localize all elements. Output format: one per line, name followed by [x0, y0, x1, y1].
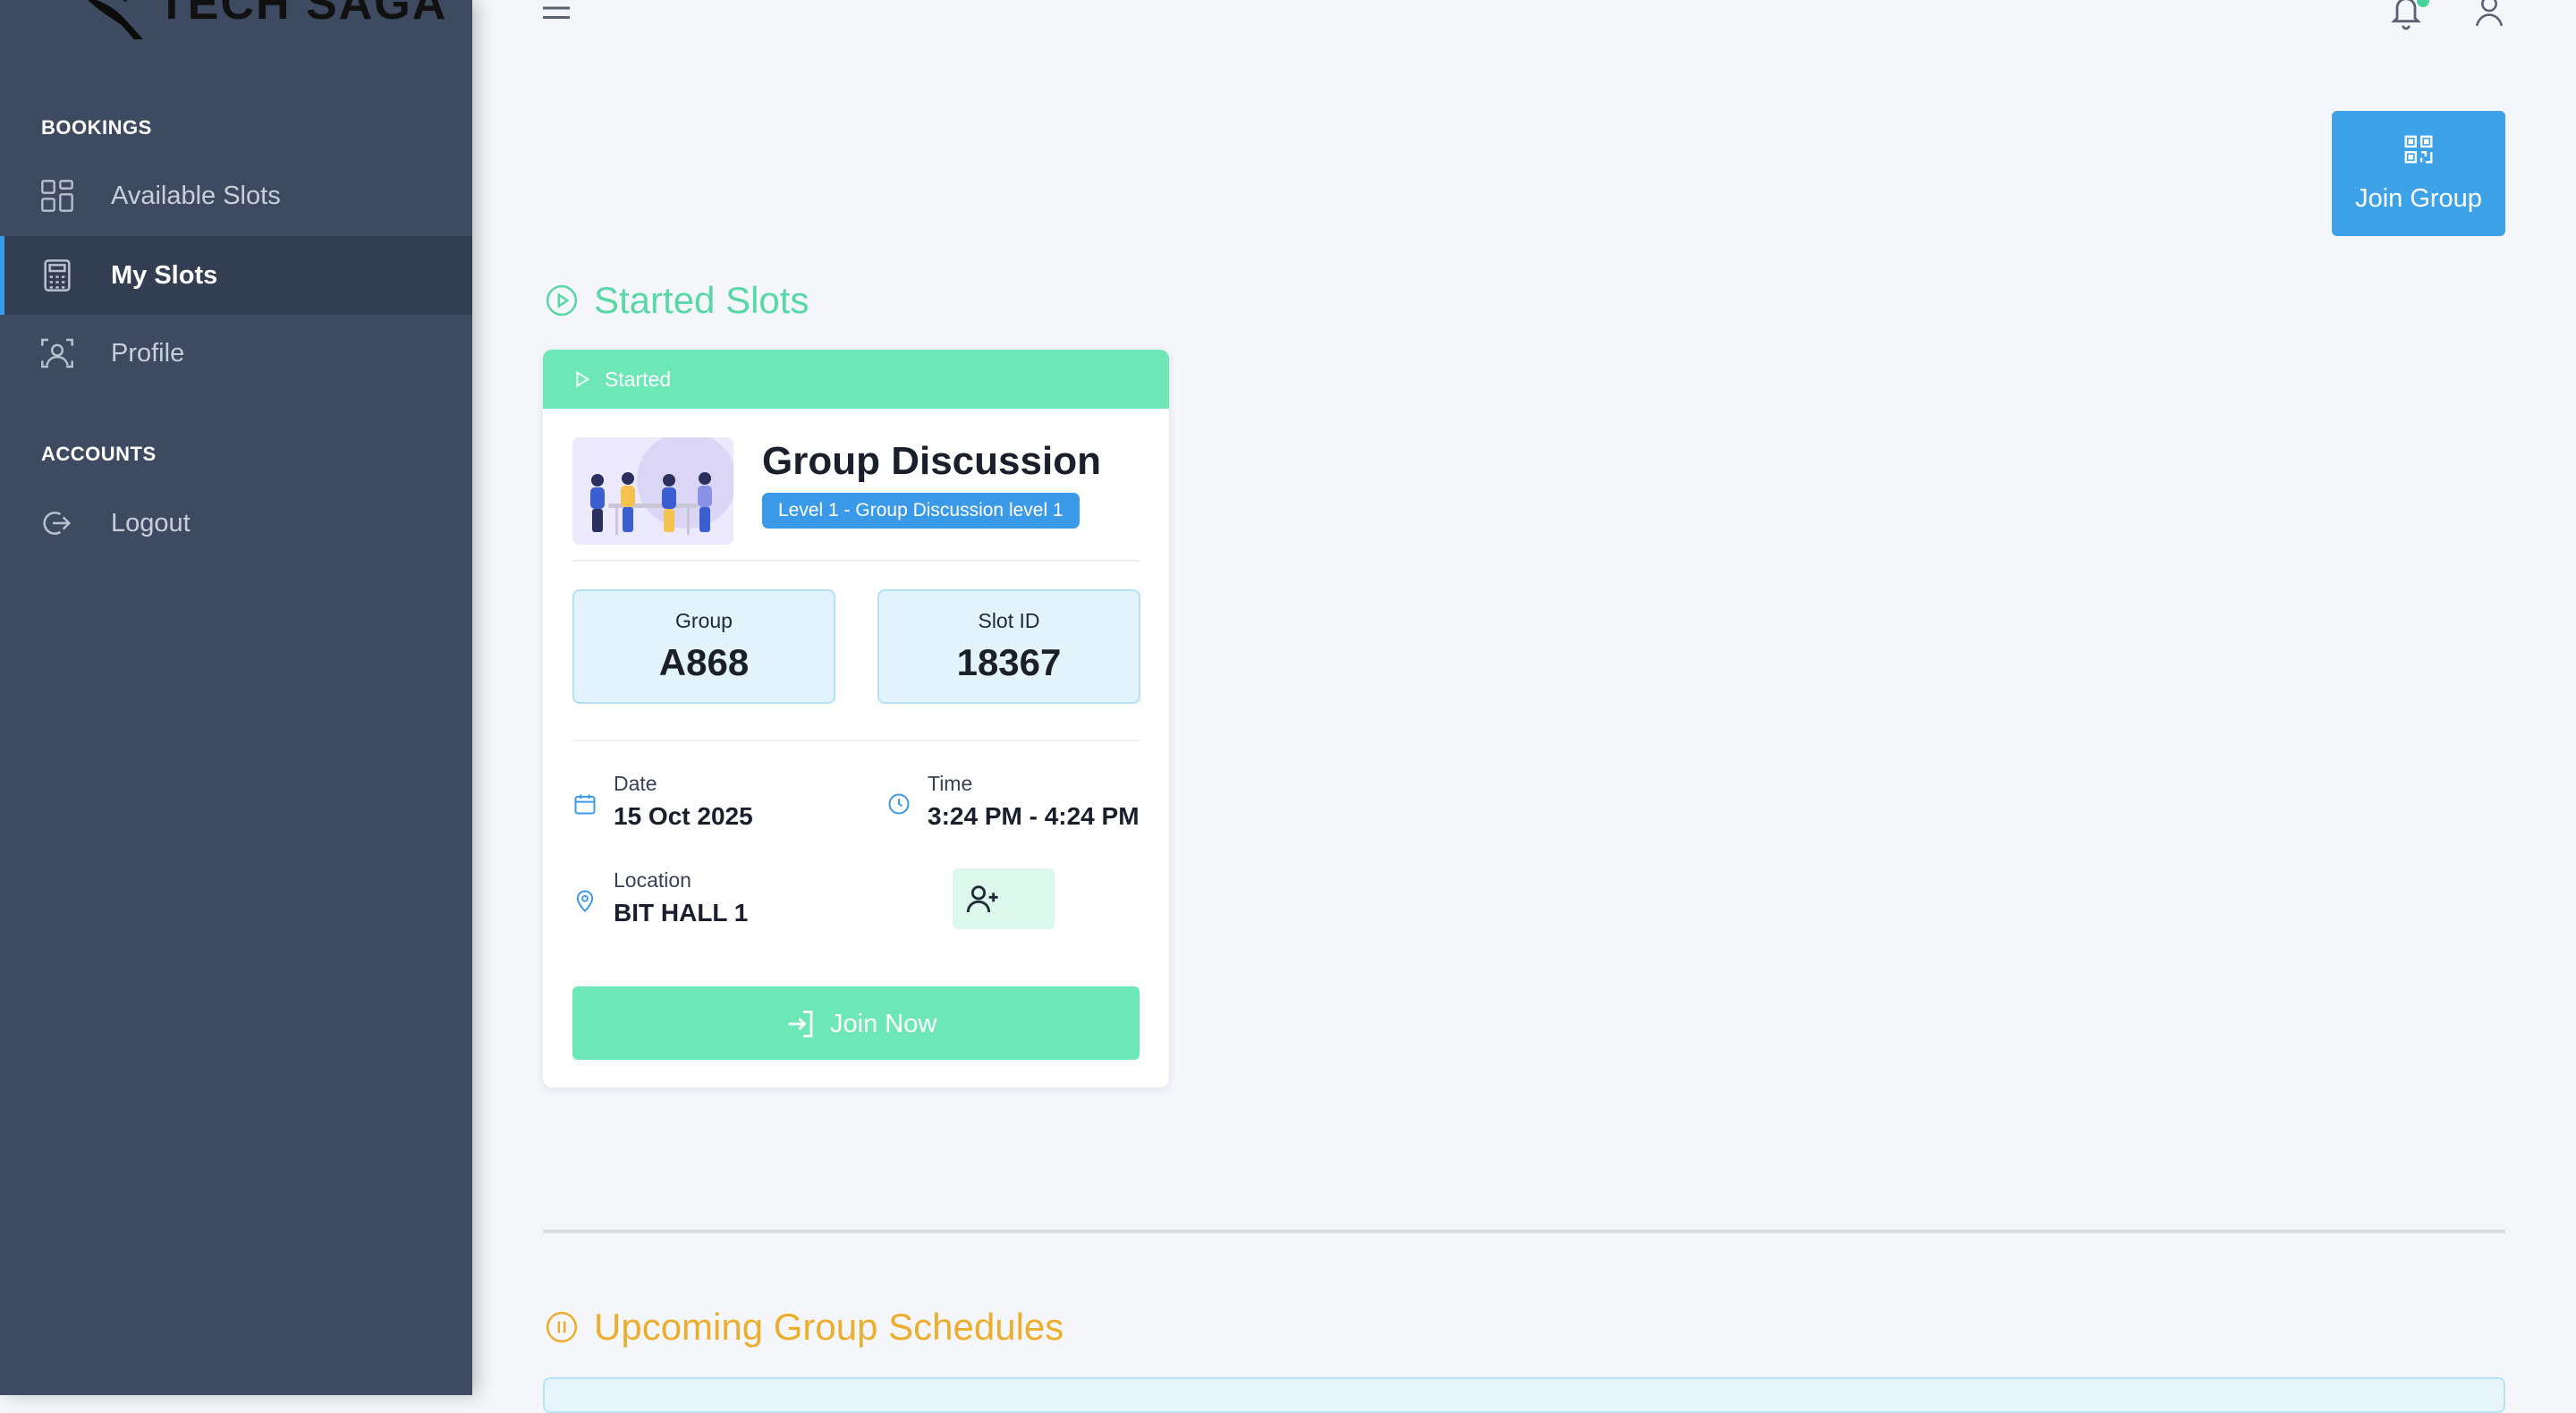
upcoming-schedules-panel: [543, 1377, 2505, 1413]
calendar-icon: [572, 791, 597, 816]
grid-icon: [39, 178, 75, 214]
play-icon: [572, 369, 591, 389]
date-label: Date: [614, 772, 657, 795]
sidebar-item-logout[interactable]: Logout: [0, 484, 472, 563]
join-now-label: Join Now: [830, 1010, 937, 1038]
user-plus-icon: [965, 881, 1001, 917]
sidebar-item-label: Available Slots: [111, 182, 281, 210]
sidebar-item-label: Profile: [111, 339, 185, 368]
slot-id-value: 18367: [956, 641, 1062, 683]
group-value: A868: [658, 641, 750, 683]
section-heading-accounts: ACCOUNTS: [41, 443, 157, 465]
sidebar-item-label: My Slots: [111, 261, 218, 290]
section-heading-bookings: BOOKINGS: [41, 116, 152, 139]
time-label: Time: [928, 772, 973, 795]
profile-icon: [39, 335, 75, 371]
section-title: Upcoming Group Schedules: [594, 1306, 1064, 1348]
section-divider: [543, 1230, 2505, 1233]
user-icon[interactable]: [2472, 0, 2506, 29]
status-bar: Started: [543, 350, 1169, 409]
sidebar: TECH SAGA BOOKINGS Available Slots My Sl…: [0, 0, 472, 1395]
brand-name: TECH SAGA: [157, 0, 448, 30]
pause-circle-icon: [545, 1310, 579, 1344]
eagle-logo-icon: [80, 0, 152, 41]
group-label: Group: [675, 609, 733, 632]
group-discussion-illustration: [572, 437, 733, 545]
sidebar-item-available-slots[interactable]: Available Slots: [0, 157, 472, 235]
slot-id-label: Slot ID: [978, 609, 1040, 632]
location-label: Location: [614, 868, 691, 892]
calculator-icon: [39, 258, 75, 293]
slot-title: Group Discussion: [762, 439, 1101, 483]
divider: [572, 740, 1140, 741]
hamburger-icon[interactable]: [540, 0, 572, 21]
slot-card: Started Group Discussion Level 1 - Group…: [543, 350, 1169, 1087]
sidebar-item-profile[interactable]: Profile: [0, 314, 472, 393]
map-pin-icon: [572, 888, 597, 913]
notification-dot: [2417, 0, 2429, 7]
level-badge: Level 1 - Group Discussion level 1: [762, 493, 1080, 529]
divider: [572, 560, 1140, 562]
add-member-button[interactable]: [953, 868, 1055, 929]
play-circle-icon: [545, 283, 579, 317]
login-icon: [784, 1008, 817, 1040]
location-value: BIT HALL 1: [614, 899, 749, 926]
join-now-button[interactable]: Join Now: [572, 986, 1140, 1060]
section-title: Started Slots: [594, 279, 809, 321]
clock-icon: [886, 791, 911, 816]
slot-id-stat: Slot ID 18367: [877, 589, 1140, 704]
date-value: 15 Oct 2025: [614, 802, 753, 830]
status-label: Started: [605, 368, 672, 391]
logout-icon: [39, 505, 75, 541]
join-group-button[interactable]: Join Group: [2332, 111, 2505, 236]
join-group-label: Join Group: [2355, 184, 2482, 213]
time-value: 3:24 PM - 4:24 PM: [928, 802, 1140, 830]
group-stat: Group A868: [572, 589, 835, 704]
sidebar-item-my-slots[interactable]: My Slots: [0, 236, 472, 315]
qr-code-icon: [2402, 132, 2436, 166]
sidebar-item-label: Logout: [111, 509, 191, 537]
